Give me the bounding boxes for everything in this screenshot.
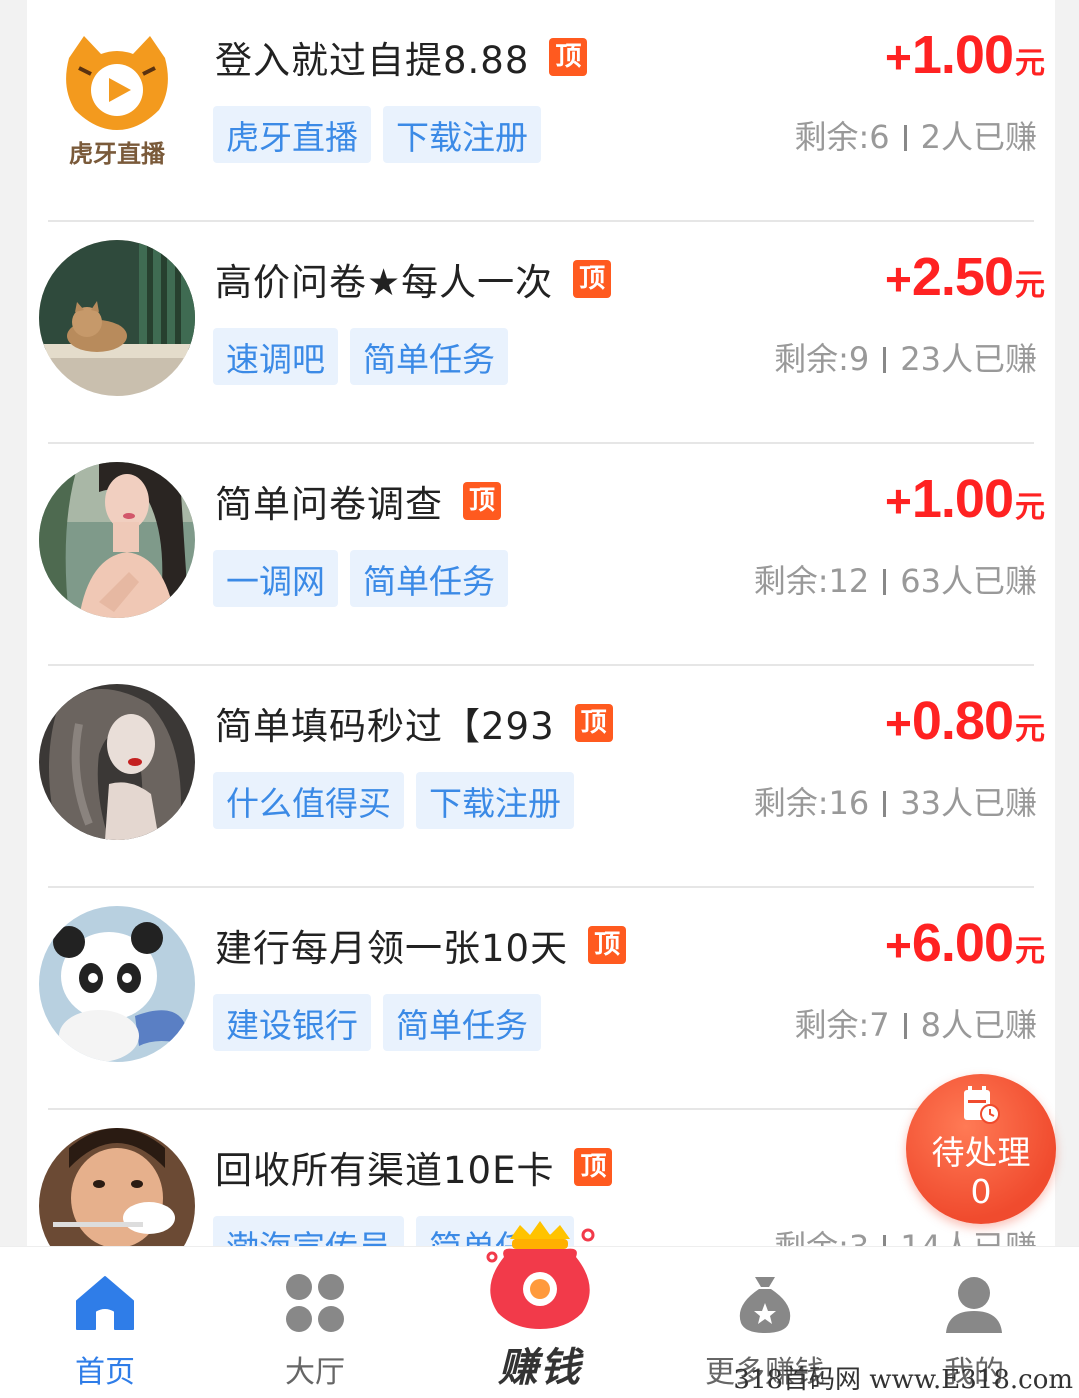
reward-plus: + bbox=[885, 919, 912, 971]
earned-count: 63人已赚 bbox=[900, 562, 1037, 600]
reward-plus: + bbox=[885, 253, 912, 305]
tab-label: 首页 bbox=[75, 1355, 135, 1390]
woman-dark-portrait-icon bbox=[39, 684, 195, 840]
reward-plus: + bbox=[885, 31, 912, 83]
task-tag[interactable]: 简单任务 bbox=[383, 994, 541, 1051]
reward-value: 1.00 bbox=[911, 25, 1014, 85]
task-tag[interactable]: 什么值得买 bbox=[213, 772, 404, 829]
pinned-badge: 顶 bbox=[549, 38, 588, 76]
remaining-count: 剩余:12 bbox=[753, 562, 870, 600]
tab-hall[interactable]: 大厅 bbox=[235, 1247, 395, 1398]
reward-unit: 元 bbox=[1015, 491, 1045, 524]
task-tag[interactable]: 下载注册 bbox=[383, 106, 541, 163]
reward-amount: + 6.00 元 bbox=[885, 912, 1045, 974]
fab-count: 0 bbox=[970, 1172, 992, 1211]
divider bbox=[903, 125, 907, 151]
task-item[interactable]: 建行每月领一张10天 顶 建设银行 简单任务 + 6.00 元 剩余:7 8人已赚 bbox=[27, 888, 1055, 1110]
task-tag[interactable]: 一调网 bbox=[213, 550, 338, 607]
reward-value: 1.00 bbox=[911, 469, 1014, 529]
avatar: 虎牙直播 bbox=[39, 18, 195, 174]
reward-unit: 元 bbox=[1015, 47, 1045, 80]
home-icon bbox=[76, 1276, 134, 1330]
pinned-badge: 顶 bbox=[588, 926, 627, 964]
earned-count: 33人已赚 bbox=[900, 784, 1037, 822]
avatar bbox=[39, 684, 195, 840]
tab-home[interactable]: 首页 bbox=[25, 1247, 185, 1398]
reward-value: 0.80 bbox=[911, 691, 1014, 751]
tab-earn[interactable]: 赚钱 bbox=[470, 1217, 610, 1397]
task-title: 回收所有渠道10E卡 bbox=[215, 1149, 555, 1192]
task-stats: 剩余:16 33人已赚 bbox=[754, 778, 1037, 824]
woman-portrait-icon bbox=[39, 462, 195, 618]
task-item[interactable]: 虎牙直播 登入就过自提8.88 顶 虎牙直播 下载注册 + 1.00 元 剩余:… bbox=[27, 0, 1055, 222]
remaining-count: 剩余:6 bbox=[794, 118, 890, 156]
task-title: 登入就过自提8.88 bbox=[215, 39, 530, 82]
divider bbox=[903, 1013, 907, 1039]
task-tag[interactable]: 建设银行 bbox=[213, 994, 371, 1051]
divider bbox=[883, 569, 887, 595]
task-title: 简单填码秒过【293 bbox=[215, 705, 555, 748]
reward-plus: + bbox=[885, 475, 912, 527]
avatar bbox=[39, 240, 195, 396]
task-tag[interactable]: 简单任务 bbox=[350, 328, 508, 385]
reward-amount: + 1.00 元 bbox=[885, 24, 1045, 86]
task-title: 简单问卷调查 bbox=[215, 483, 443, 526]
earned-count: 23人已赚 bbox=[900, 340, 1037, 378]
task-stats: 剩余:7 8人已赚 bbox=[794, 1000, 1037, 1046]
divider bbox=[883, 791, 887, 817]
calendar-clock-icon bbox=[964, 1086, 1000, 1124]
pinned-badge: 顶 bbox=[574, 704, 613, 742]
task-tag[interactable]: 速调吧 bbox=[213, 328, 338, 385]
avatar bbox=[39, 462, 195, 618]
task-tag[interactable]: 简单任务 bbox=[350, 550, 508, 607]
tab-label: 大厅 bbox=[285, 1355, 345, 1390]
pinned-badge: 顶 bbox=[463, 482, 501, 520]
task-title: 高价问卷★每人一次 bbox=[215, 261, 554, 304]
reward-value: 2.50 bbox=[911, 247, 1014, 307]
huya-logo-text: 虎牙直播 bbox=[69, 140, 166, 168]
money-pouch-icon bbox=[739, 1277, 791, 1333]
panda-illustration-icon bbox=[39, 906, 195, 1062]
reward-amount: + 2.50 元 bbox=[885, 246, 1045, 308]
reward-amount: + 0.80 元 bbox=[885, 690, 1045, 752]
money-bag-icon bbox=[486, 1221, 595, 1329]
tab-label: 赚钱 bbox=[498, 1345, 582, 1391]
pinned-badge: 顶 bbox=[573, 260, 612, 298]
earned-count: 8人已赚 bbox=[920, 1006, 1037, 1044]
watermark: 318首码网 www.E318.com bbox=[733, 1365, 1073, 1395]
reward-unit: 元 bbox=[1015, 269, 1045, 302]
avatar bbox=[39, 906, 195, 1062]
task-title: 建行每月领一张10天 bbox=[215, 927, 569, 970]
reward-value: 6.00 bbox=[911, 913, 1014, 973]
reward-plus: + bbox=[885, 697, 912, 749]
task-stats: 剩余:12 63人已赚 bbox=[754, 556, 1037, 602]
task-tag[interactable]: 虎牙直播 bbox=[213, 106, 371, 163]
huya-logo-icon: 虎牙直播 bbox=[39, 18, 195, 174]
reward-unit: 元 bbox=[1015, 713, 1045, 746]
reward-amount: + 1.00 元 bbox=[885, 468, 1045, 530]
remaining-count: 剩余:9 bbox=[774, 340, 870, 378]
task-stats: 剩余:6 2人已赚 bbox=[794, 112, 1037, 158]
pending-fab-button[interactable]: 待处理 0 bbox=[906, 1074, 1056, 1224]
task-item[interactable]: 高价问卷★每人一次 顶 速调吧 简单任务 + 2.50 元 剩余:9 23人已赚 bbox=[27, 222, 1055, 444]
task-tag[interactable]: 下载注册 bbox=[416, 772, 574, 829]
task-item[interactable]: 简单填码秒过【293 顶 什么值得买 下载注册 + 0.80 元 剩余:16 33… bbox=[27, 666, 1055, 888]
reward-unit: 元 bbox=[1015, 935, 1045, 968]
user-icon bbox=[946, 1277, 1002, 1333]
earned-count: 2人已赚 bbox=[920, 118, 1037, 156]
grid-icon bbox=[286, 1274, 344, 1332]
pinned-badge: 顶 bbox=[574, 1148, 613, 1186]
cat-window-photo-icon bbox=[39, 240, 195, 396]
fab-label: 待处理 bbox=[931, 1133, 1031, 1172]
task-item[interactable]: 简单问卷调查 顶 一调网 简单任务 + 1.00 元 剩余:12 63人已赚 bbox=[27, 444, 1055, 666]
remaining-count: 剩余:7 bbox=[794, 1006, 890, 1044]
remaining-count: 剩余:16 bbox=[753, 784, 870, 822]
divider bbox=[883, 347, 887, 373]
task-stats: 剩余:9 23人已赚 bbox=[774, 334, 1037, 380]
